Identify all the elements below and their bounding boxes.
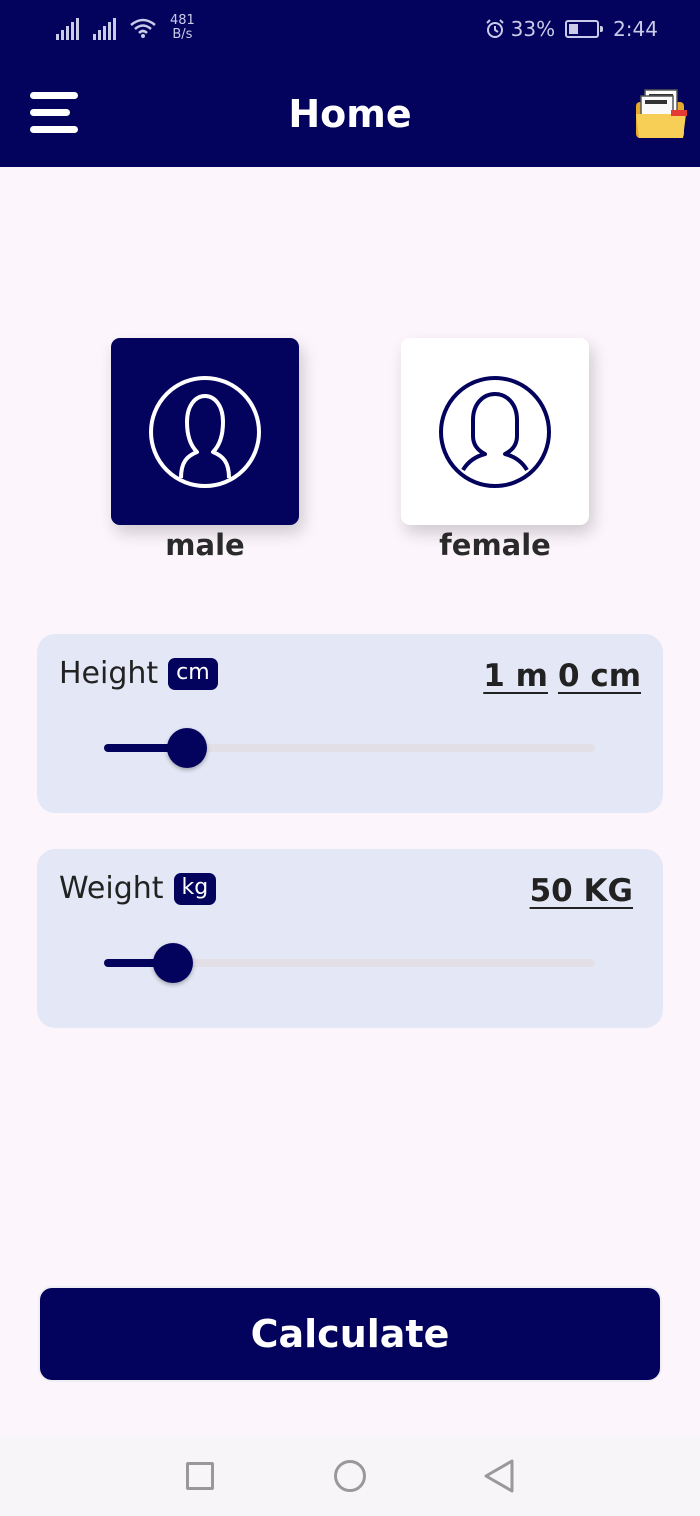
female-label: female [439,528,551,562]
folder-button[interactable] [633,86,689,142]
battery-percent: 33% [510,17,556,41]
clock: 2:44 [613,17,658,41]
battery-icon [565,20,604,38]
folder-icon [636,89,687,138]
app-bar: 481 B/s 33% 2:44 Home [0,0,700,167]
system-nav-bar [0,1436,700,1516]
height-value[interactable]: 1 m 0 cm [483,658,641,694]
female-card[interactable] [401,338,589,525]
male-avatar-icon [149,375,261,488]
height-label: Height [59,656,159,691]
weight-card: Weight kg 50 KG [37,849,663,1028]
net-speed-value: 481 [170,13,195,28]
home-icon[interactable] [334,1460,366,1492]
weight-label: Weight [59,871,164,906]
status-bar: 481 B/s 33% 2:44 [0,0,700,62]
signal-icon [56,18,79,40]
male-card[interactable] [111,338,299,525]
recents-icon[interactable] [186,1462,214,1490]
female-avatar-icon [439,375,551,488]
height-slider-thumb[interactable] [167,728,207,768]
weight-value-text[interactable]: 50 KG [530,873,633,909]
back-icon[interactable] [482,1458,516,1494]
page-title: Home [288,92,412,136]
height-slider[interactable] [104,728,595,768]
weight-slider-thumb[interactable] [153,943,193,983]
height-card: Height cm 1 m 0 cm [37,634,663,813]
male-label: male [165,528,245,562]
net-speed: 481 B/s [170,14,195,42]
wifi-icon [130,18,156,38]
net-speed-unit: B/s [172,27,193,42]
signal-icon-2 [93,18,116,40]
calculate-button[interactable]: Calculate [40,1288,660,1380]
weight-value[interactable]: 50 KG [530,873,633,909]
height-unit-badge[interactable]: cm [168,657,218,690]
height-value-m[interactable]: 1 m [483,658,548,694]
height-value-cm[interactable]: 0 cm [558,658,641,694]
alarm-icon [485,19,504,38]
weight-slider[interactable] [104,943,595,983]
weight-unit-badge[interactable]: kg [173,872,217,905]
